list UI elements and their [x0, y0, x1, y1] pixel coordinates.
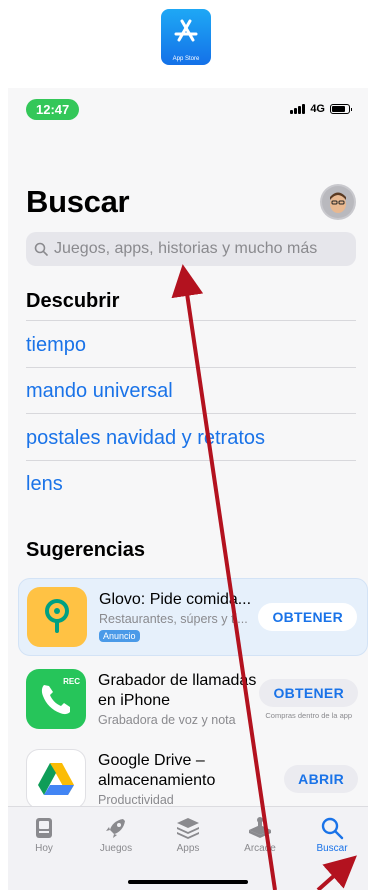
tab-label: Arcade — [244, 843, 276, 854]
call-recorder-app-icon: REC — [26, 669, 86, 729]
discover-item-postales[interactable]: postales navidad y retratos — [26, 427, 265, 450]
app-title: Grabador de llamadas en iPhone — [98, 672, 257, 709]
google-drive-app-icon — [26, 749, 86, 809]
search-icon — [321, 817, 344, 840]
status-bar: 12:47 4G — [26, 98, 352, 120]
search-input[interactable]: Juegos, apps, historias y mucho más — [54, 240, 317, 258]
rec-label: REC — [63, 677, 80, 686]
tab-bar: Hoy Juegos Apps Arcade Buscar — [8, 806, 368, 890]
arcade-icon — [249, 817, 271, 838]
tab-hoy[interactable]: Hoy — [14, 815, 74, 890]
get-button[interactable]: OBTENER — [258, 603, 357, 631]
discover-item-mando-universal[interactable]: mando universal — [26, 380, 173, 403]
today-icon — [36, 818, 52, 838]
app-subtitle: Grabadora de voz y nota — [98, 713, 236, 727]
rocket-icon — [106, 819, 125, 838]
page-title: Buscar — [26, 184, 130, 219]
in-app-purchases-note: Compras dentro de la app — [265, 710, 353, 720]
tab-juegos[interactable]: Juegos — [86, 815, 146, 890]
tab-apps[interactable]: Apps — [158, 815, 218, 890]
discover-item-tiempo[interactable]: tiempo — [26, 334, 86, 357]
layers-icon — [177, 818, 199, 839]
account-avatar[interactable] — [320, 184, 356, 220]
network-label: 4G — [310, 103, 325, 115]
app-subtitle: Restaurantes, súpers y ti... — [99, 612, 248, 626]
tab-buscar[interactable]: Buscar — [302, 815, 362, 890]
home-indicator — [128, 880, 248, 884]
divider — [26, 320, 356, 321]
signal-icon — [290, 104, 306, 114]
suggestions-heading: Sugerencias — [26, 539, 145, 561]
app-store-icon: App Store — [161, 9, 211, 65]
discover-item-lens[interactable]: lens — [26, 473, 63, 496]
glovo-app-icon — [27, 587, 87, 647]
open-button[interactable]: ABRIR — [284, 765, 358, 793]
status-time: 12:47 — [26, 98, 80, 120]
tab-label: Apps — [176, 843, 200, 854]
app-subtitle: Productividad — [98, 793, 174, 807]
tab-label: Juegos — [99, 843, 133, 854]
memoji-icon — [322, 186, 354, 218]
ad-badge: Anuncio — [99, 630, 140, 642]
tab-arcade[interactable]: Arcade — [230, 815, 290, 890]
search-bar[interactable]: Juegos, apps, historias y mucho más — [26, 232, 356, 266]
app-title: Google Drive – almacenamiento — [98, 752, 216, 789]
search-icon — [34, 242, 48, 256]
tab-label: Hoy — [35, 843, 53, 854]
divider — [26, 413, 356, 414]
divider — [26, 367, 356, 368]
app-store-label: App Store — [172, 56, 200, 62]
app-store-header: App Store — [0, 0, 372, 72]
battery-icon — [330, 104, 352, 114]
suggestion-call-recorder[interactable]: REC Grabador de llamadas en iPhone Graba… — [18, 660, 368, 738]
suggestion-glovo[interactable]: Glovo: Pide comida... Restaurantes, súpe… — [18, 578, 368, 656]
divider — [26, 460, 356, 461]
app-title: Glovo: Pide comida... — [99, 591, 252, 608]
phone-screen: 12:47 4G Buscar Juegos, apps, historias … — [8, 88, 368, 890]
drive-icon — [38, 763, 74, 795]
discover-heading: Descubrir — [26, 290, 120, 312]
get-button[interactable]: OBTENER — [259, 678, 358, 707]
glovo-pin-icon — [45, 599, 69, 633]
tab-label: Buscar — [316, 843, 348, 854]
